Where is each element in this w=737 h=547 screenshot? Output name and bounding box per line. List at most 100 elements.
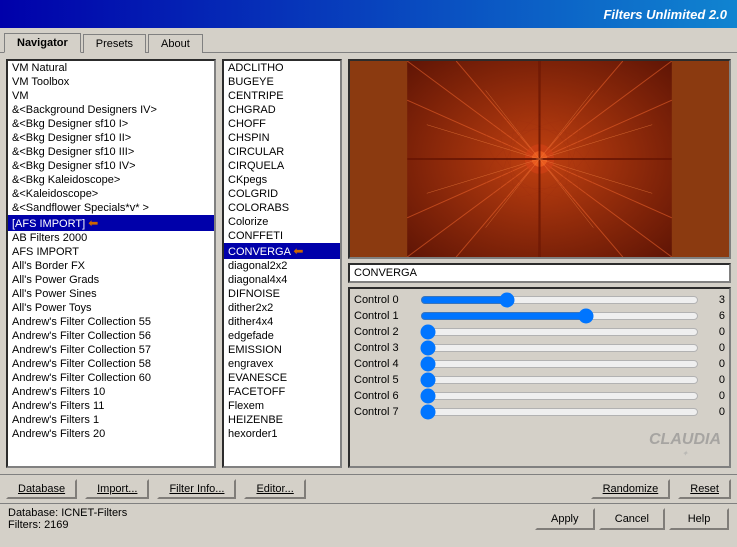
left-list-item[interactable]: &<Bkg Designer sf10 IV>	[8, 159, 214, 173]
control-label: Control 1	[354, 310, 414, 322]
filter-list[interactable]: ADCLITHOBUGEYECENTRIPECHGRADCHOFFCHSPINC…	[224, 61, 340, 466]
watermark-text: CLAUDIA	[649, 431, 721, 449]
footer-info: Database: ICNET-Filters Filters: 2169	[8, 507, 127, 531]
middle-list-item[interactable]: diagonal2x2	[224, 259, 340, 273]
control-slider[interactable]	[420, 309, 699, 323]
left-list-item[interactable]: VM	[8, 89, 214, 103]
watermark: CLAUDIA ✦	[649, 431, 721, 458]
cancel-button[interactable]: Cancel	[599, 508, 665, 530]
middle-list-item[interactable]: CHOFF	[224, 117, 340, 131]
left-list-item[interactable]: All's Border FX	[8, 259, 214, 273]
left-list-item[interactable]: Andrew's Filter Collection 57	[8, 343, 214, 357]
control-value: 0	[705, 342, 725, 354]
footer-buttons: Apply Cancel Help	[535, 508, 729, 530]
middle-list-item[interactable]: Flexem	[224, 399, 340, 413]
middle-list-item[interactable]: CIRCULAR	[224, 145, 340, 159]
control-value: 0	[705, 326, 725, 338]
control-slider[interactable]	[420, 325, 699, 339]
middle-list-item[interactable]: CENTRIPE	[224, 89, 340, 103]
middle-list-item[interactable]: CHSPIN	[224, 131, 340, 145]
middle-list-item[interactable]: ADCLITHO	[224, 61, 340, 75]
left-list-item[interactable]: Andrew's Filter Collection 58	[8, 357, 214, 371]
middle-list-item[interactable]: engravex	[224, 357, 340, 371]
apply-button[interactable]: Apply	[535, 508, 595, 530]
control-value: 0	[705, 374, 725, 386]
editor-button[interactable]: Editor...	[244, 479, 305, 499]
middle-list-item[interactable]: CONFFETI	[224, 229, 340, 243]
middle-list-item[interactable]: CHGRAD	[224, 103, 340, 117]
randomize-button[interactable]: Randomize	[591, 479, 671, 499]
control-value: 0	[705, 406, 725, 418]
middle-list-item[interactable]: FACETOFF	[224, 385, 340, 399]
middle-list-item[interactable]: CKpegs	[224, 173, 340, 187]
left-list-item[interactable]: Andrew's Filters 11	[8, 399, 214, 413]
control-slider[interactable]	[420, 357, 699, 371]
database-value: ICNET-Filters	[61, 507, 127, 519]
left-list-item[interactable]: VM Toolbox	[8, 75, 214, 89]
control-value: 0	[705, 358, 725, 370]
left-list-item[interactable]: All's Power Toys	[8, 301, 214, 315]
middle-list-item[interactable]: dither2x2	[224, 301, 340, 315]
reset-button[interactable]: Reset	[678, 479, 731, 499]
left-list-item[interactable]: &<Bkg Kaleidoscope>	[8, 173, 214, 187]
middle-list-item[interactable]: COLORABS	[224, 201, 340, 215]
control-slider[interactable]	[420, 389, 699, 403]
preview-area	[348, 59, 731, 259]
control-row: Control 7 0	[354, 405, 725, 419]
left-list-item[interactable]: All's Power Sines	[8, 287, 214, 301]
controls-area: Control 0 3 Control 1 6 Control 2 0 Cont…	[348, 287, 731, 468]
middle-list-item[interactable]: dither4x4	[224, 315, 340, 329]
left-list-item[interactable]: Andrew's Filter Collection 60	[8, 371, 214, 385]
middle-list-item[interactable]: EMISSION	[224, 343, 340, 357]
database-button[interactable]: Database	[6, 479, 77, 499]
left-list-item[interactable]: Andrew's Filters 1	[8, 413, 214, 427]
middle-list-item[interactable]: hexorder1	[224, 427, 340, 441]
help-button[interactable]: Help	[669, 508, 729, 530]
left-panel: VM NaturalVM ToolboxVM&<Background Desig…	[6, 59, 216, 468]
left-list-item[interactable]: &<Background Designers IV>	[8, 103, 214, 117]
middle-list-item[interactable]: HEIZENBE	[224, 413, 340, 427]
left-list-item[interactable]: Andrew's Filter Collection 55	[8, 315, 214, 329]
tab-navigator[interactable]: Navigator	[4, 33, 81, 53]
control-slider[interactable]	[420, 341, 699, 355]
tab-about[interactable]: About	[148, 34, 203, 53]
middle-list-item[interactable]: EVANESCE	[224, 371, 340, 385]
action-bar: Database Import... Filter Info... Editor…	[0, 474, 737, 503]
left-list-item[interactable]: Andrew's Filters 10	[8, 385, 214, 399]
left-list-item[interactable]: [AFS IMPORT] ⬅	[8, 215, 214, 231]
left-list-item[interactable]: Andrew's Filters 20	[8, 427, 214, 441]
control-row: Control 0 3	[354, 293, 725, 307]
import-button[interactable]: Import...	[85, 479, 149, 499]
left-list-item[interactable]: AFS IMPORT	[8, 245, 214, 259]
title-bar: Filters Unlimited 2.0	[0, 0, 737, 28]
left-list-item[interactable]: All's Power Grads	[8, 273, 214, 287]
left-list-item[interactable]: Andrew's Filter Collection 56	[8, 329, 214, 343]
middle-list-item[interactable]: COLGRID	[224, 187, 340, 201]
control-label: Control 5	[354, 374, 414, 386]
left-list-item[interactable]: VM Natural	[8, 61, 214, 75]
middle-list-item[interactable]: edgefade	[224, 329, 340, 343]
left-list-item[interactable]: &<Bkg Designer sf10 II>	[8, 131, 214, 145]
control-slider[interactable]	[420, 293, 699, 307]
control-slider[interactable]	[420, 373, 699, 387]
control-slider[interactable]	[420, 405, 699, 419]
left-list-item[interactable]: &<Bkg Designer sf10 III>	[8, 145, 214, 159]
left-list-item[interactable]: &<Sandflower Specials*v* >	[8, 201, 214, 215]
control-label: Control 2	[354, 326, 414, 338]
control-row: Control 4 0	[354, 357, 725, 371]
filter-info-button[interactable]: Filter Info...	[157, 479, 236, 499]
control-row: Control 3 0	[354, 341, 725, 355]
category-list[interactable]: VM NaturalVM ToolboxVM&<Background Desig…	[8, 61, 214, 466]
left-list-item[interactable]: AB Filters 2000	[8, 231, 214, 245]
filters-value: 2169	[44, 519, 68, 531]
middle-list-item[interactable]: diagonal4x4	[224, 273, 340, 287]
middle-list-item[interactable]: CONVERGA ⬅	[224, 243, 340, 259]
left-list-item[interactable]: &<Bkg Designer sf10 I>	[8, 117, 214, 131]
middle-list-item[interactable]: Colorize	[224, 215, 340, 229]
middle-list-item[interactable]: CIRQUELA	[224, 159, 340, 173]
middle-list-item[interactable]: DIFNOISE	[224, 287, 340, 301]
middle-list-item[interactable]: BUGEYE	[224, 75, 340, 89]
left-list-item[interactable]: &<Kaleidoscope>	[8, 187, 214, 201]
tab-presets[interactable]: Presets	[83, 34, 146, 53]
filter-name-display: CONVERGA	[348, 263, 731, 283]
